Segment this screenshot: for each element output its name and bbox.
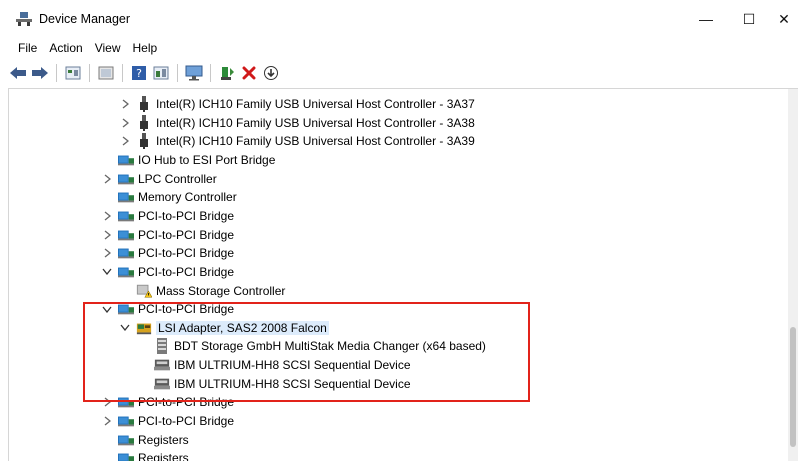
maximize-button[interactable]: ☐ xyxy=(726,8,772,30)
tree-item-label: Intel(R) ICH10 Family USB Universal Host… xyxy=(156,134,475,149)
chevron-down-icon[interactable] xyxy=(102,263,112,281)
tree-item-label: PCI-to-PCI Bridge xyxy=(138,246,235,261)
system-device-icon xyxy=(118,264,134,280)
system-device-icon xyxy=(118,245,134,261)
forward-icon[interactable] xyxy=(30,63,50,83)
chevron-right-icon[interactable] xyxy=(102,226,112,244)
tree-item-label: Registers xyxy=(138,451,189,461)
tree-item[interactable]: PCI-to-PCI Bridge xyxy=(102,412,234,430)
tree-item[interactable]: PCI-to-PCI Bridge xyxy=(102,263,234,281)
tree-item[interactable]: Mass Storage Controller xyxy=(120,282,285,300)
chevron-right-icon[interactable] xyxy=(120,95,130,113)
toolbar-separator xyxy=(210,64,211,82)
monitor-icon[interactable] xyxy=(184,63,204,83)
tree-item-label: IO Hub to ESI Port Bridge xyxy=(138,152,276,167)
vertical-scrollbar[interactable] xyxy=(788,89,798,461)
update-driver-icon[interactable] xyxy=(217,63,237,83)
chevron-right-icon[interactable] xyxy=(102,244,112,262)
system-device-icon xyxy=(118,450,134,461)
chevron-right-icon[interactable] xyxy=(102,170,112,188)
minimize-button[interactable]: — xyxy=(683,8,729,30)
scrollbar-thumb[interactable] xyxy=(790,327,796,447)
system-device-icon xyxy=(118,227,134,243)
back-icon[interactable] xyxy=(8,63,28,83)
tree-item-label: Intel(R) ICH10 Family USB Universal Host… xyxy=(156,115,475,130)
system-device-icon xyxy=(118,413,134,429)
tree-item-label: PCI-to-PCI Bridge xyxy=(138,227,235,242)
tree-item[interactable]: PCI-to-PCI Bridge xyxy=(102,226,234,244)
menu-bar: File Action View Help xyxy=(0,38,798,58)
tree-item-label: PCI-to-PCI Bridge xyxy=(138,264,235,279)
highlight-annotation-box xyxy=(83,302,530,402)
tree-item-label: Intel(R) ICH10 Family USB Universal Host… xyxy=(156,97,475,111)
system-device-icon xyxy=(118,208,134,224)
close-button[interactable]: ✕ xyxy=(770,8,798,30)
tree-item[interactable]: IO Hub to ESI Port Bridge xyxy=(102,151,275,169)
chevron-right-icon[interactable] xyxy=(102,207,112,225)
tree-item[interactable]: PCI-to-PCI Bridge xyxy=(102,244,234,262)
show-hidden-icon[interactable] xyxy=(96,63,116,83)
system-device-icon xyxy=(118,171,134,187)
system-device-icon xyxy=(118,432,134,448)
tree-item[interactable]: Registers xyxy=(102,431,189,449)
help-icon[interactable]: ? xyxy=(129,63,149,83)
tree-item[interactable]: LPC Controller xyxy=(102,170,217,188)
system-device-icon xyxy=(118,189,134,205)
toolbar-separator xyxy=(56,64,57,82)
device-manager-icon xyxy=(16,12,32,26)
menu-action[interactable]: Action xyxy=(43,38,88,58)
menu-help[interactable]: Help xyxy=(127,38,164,58)
warning-device-icon xyxy=(136,283,152,299)
menu-view[interactable]: View xyxy=(89,38,127,58)
svg-text:?: ? xyxy=(136,67,142,80)
uninstall-icon[interactable] xyxy=(239,63,259,83)
system-device-icon xyxy=(118,152,134,168)
tree-item[interactable]: Intel(R) ICH10 Family USB Universal Host… xyxy=(120,114,475,132)
toolbar-separator xyxy=(89,64,90,82)
tree-item[interactable]: Intel(R) ICH10 Family USB Universal Host… xyxy=(120,95,475,113)
chevron-right-icon[interactable] xyxy=(120,132,130,150)
tree-item-label: PCI-to-PCI Bridge xyxy=(138,414,235,429)
tree-item[interactable]: Memory Controller xyxy=(102,188,237,206)
details-icon[interactable] xyxy=(151,63,171,83)
toolbar-separator xyxy=(177,64,178,82)
menu-file[interactable]: File xyxy=(12,38,43,58)
toolbar: ? xyxy=(0,60,798,86)
chevron-right-icon[interactable] xyxy=(102,412,112,430)
tree-item-label: PCI-to-PCI Bridge xyxy=(138,208,235,223)
usb-icon xyxy=(136,133,152,150)
tree-item[interactable]: PCI-to-PCI Bridge xyxy=(102,207,234,225)
usb-icon xyxy=(136,114,152,131)
tree-item-label: LPC Controller xyxy=(138,171,217,186)
tree-item[interactable]: Intel(R) ICH10 Family USB Universal Host… xyxy=(120,132,475,150)
scan-icon[interactable] xyxy=(261,63,281,83)
tree-item-label: Mass Storage Controller xyxy=(156,283,286,298)
properties-icon[interactable] xyxy=(63,63,83,83)
tree-item-label: Registers xyxy=(138,432,189,447)
chevron-right-icon[interactable] xyxy=(120,114,130,132)
tree-item[interactable]: Registers xyxy=(102,449,189,461)
tree-item-label: Memory Controller xyxy=(138,190,237,205)
title-bar: Device Manager — ☐ ✕ xyxy=(0,0,798,38)
window-title: Device Manager xyxy=(39,12,131,26)
toolbar-separator xyxy=(122,64,123,82)
usb-icon xyxy=(136,96,152,112)
